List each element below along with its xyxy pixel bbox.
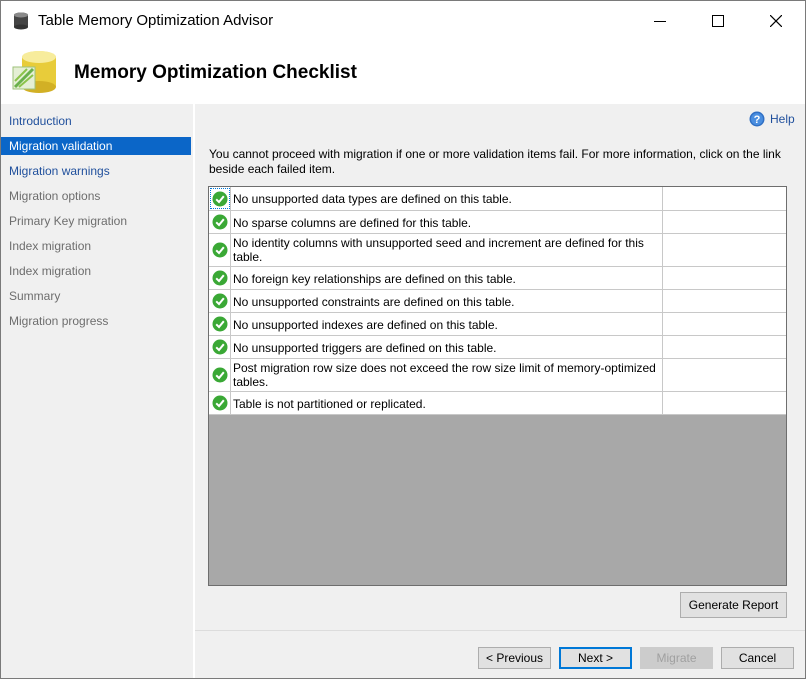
table-row: No unsupported triggers are defined on t…: [209, 336, 786, 359]
table-row: No identity columns with unsupported see…: [209, 234, 786, 267]
check-text: No sparse columns are defined for this t…: [233, 211, 663, 233]
footer-divider: [195, 630, 805, 631]
check-result-link: [665, 211, 786, 233]
previous-button[interactable]: < Previous: [478, 647, 551, 669]
check-result-link: [665, 392, 786, 414]
sidebar-item-index-migration: Index migration: [9, 239, 92, 253]
check-circle-icon: [212, 316, 228, 332]
title-bar[interactable]: Table Memory Optimization Advisor: [1, 1, 805, 41]
sidebar-item-migration-progress: Migration progress: [9, 314, 109, 328]
check-text: No foreign key relationships are defined…: [233, 267, 663, 289]
cancel-button[interactable]: Cancel: [721, 647, 794, 669]
window-title: Table Memory Optimization Advisor: [38, 12, 274, 29]
check-circle-icon: [212, 270, 228, 286]
check-text: Table is not partitioned or replicated.: [233, 392, 663, 414]
advisor-window: Table Memory Optimization Advisor Memory…: [0, 0, 806, 679]
maximize-button[interactable]: [689, 1, 747, 41]
sidebar-item-migration-validation[interactable]: Migration validation: [1, 137, 191, 155]
help-link[interactable]: ? Help: [749, 110, 795, 128]
check-text: Post migration row size does not exceed …: [233, 359, 663, 391]
wizard-header: Memory Optimization Checklist: [1, 41, 805, 103]
help-icon: ?: [749, 111, 765, 127]
check-circle-icon: [212, 339, 228, 355]
table-row: No sparse columns are defined for this t…: [209, 211, 786, 234]
check-text: No unsupported triggers are defined on t…: [233, 336, 663, 358]
check-circle-icon: [212, 293, 228, 309]
check-circle-icon: [212, 242, 228, 258]
check-result-link: [665, 359, 786, 391]
main-panel: ? Help You cannot proceed with migration…: [195, 104, 805, 678]
check-text: No unsupported data types are defined on…: [233, 187, 663, 210]
wizard-steps-sidebar: Introduction Migration validation Migrat…: [1, 104, 193, 678]
check-circle-icon: [212, 214, 228, 230]
check-result-link: [665, 336, 786, 358]
check-text: No unsupported indexes are defined on th…: [233, 313, 663, 335]
check-result-link: [665, 234, 786, 266]
database-icon: [14, 12, 28, 30]
minimize-icon: [654, 21, 666, 22]
check-circle-icon: [212, 191, 228, 207]
table-row: No unsupported data types are defined on…: [209, 187, 786, 211]
check-text: No identity columns with unsupported see…: [233, 234, 663, 266]
check-result-link: [665, 267, 786, 289]
check-result-link: [665, 313, 786, 335]
sidebar-item-migration-options: Migration options: [9, 189, 101, 203]
table-row: No foreign key relationships are defined…: [209, 267, 786, 290]
validation-instructions: You cannot proceed with migration if one…: [209, 147, 781, 176]
check-circle-icon: [212, 395, 228, 411]
sidebar-item-index-migration-2: Index migration: [9, 264, 92, 278]
generate-report-button[interactable]: Generate Report: [680, 592, 787, 618]
check-circle-icon: [212, 367, 228, 383]
maximize-icon: [712, 15, 724, 27]
page-title: Memory Optimization Checklist: [74, 62, 357, 83]
sidebar-item-primary-key-migration: Primary Key migration: [9, 214, 128, 228]
sidebar-item-summary: Summary: [9, 289, 61, 303]
migrate-button: Migrate: [640, 647, 713, 669]
svg-text:?: ?: [754, 114, 761, 126]
close-button[interactable]: [747, 1, 805, 41]
close-icon: [770, 15, 782, 27]
table-row: No unsupported constraints are defined o…: [209, 290, 786, 313]
check-text: No unsupported constraints are defined o…: [233, 290, 663, 312]
help-label: Help: [770, 112, 795, 126]
validation-results-grid: No unsupported data types are defined on…: [208, 186, 787, 586]
minimize-button[interactable]: [631, 1, 689, 41]
next-button[interactable]: Next >: [559, 647, 632, 669]
table-row: No unsupported indexes are defined on th…: [209, 313, 786, 336]
sidebar-item-introduction[interactable]: Introduction: [1, 112, 191, 130]
memory-optimization-logo-icon: [12, 51, 56, 93]
check-result-link: [665, 187, 786, 210]
check-result-link: [665, 290, 786, 312]
table-row: Post migration row size does not exceed …: [209, 359, 786, 392]
table-row: Table is not partitioned or replicated.: [209, 392, 786, 415]
sidebar-item-migration-warnings[interactable]: Migration warnings: [1, 162, 191, 180]
